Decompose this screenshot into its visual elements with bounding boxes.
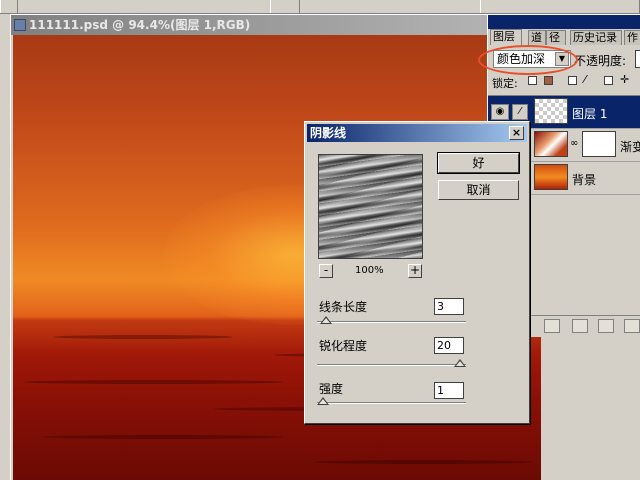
zoom-in-button[interactable]: + — [408, 264, 422, 278]
stroke-length-input[interactable]: 3 — [434, 298, 464, 315]
preview-texture — [319, 155, 422, 258]
dialog-title: 阴影线 — [310, 126, 347, 140]
strength-label: 强度 — [319, 382, 344, 396]
add-mask-icon[interactable] — [544, 319, 560, 333]
chain-link-icon: ∞ — [570, 138, 579, 149]
photoshop-document-icon — [14, 19, 26, 31]
stroke-length-slider[interactable] — [317, 316, 466, 324]
layer-thumbnail — [534, 164, 568, 190]
tab-history[interactable]: 历史记录 — [570, 30, 622, 45]
zoom-level: 100% — [355, 265, 384, 276]
options-bar — [0, 0, 640, 14]
tab-channels[interactable]: 道 — [528, 30, 546, 45]
stroke-length-label: 线条长度 — [319, 300, 368, 314]
zoom-out-button[interactable]: - — [319, 264, 333, 278]
close-icon[interactable]: × — [509, 126, 524, 140]
strength-input[interactable]: 1 — [434, 382, 464, 399]
sharpness-slider[interactable] — [317, 359, 466, 367]
annotation-highlight-ellipse — [478, 45, 578, 75]
slider-thumb[interactable] — [320, 316, 332, 324]
opacity-label: 不透明度: — [574, 54, 627, 68]
layer-thumbnail — [534, 98, 568, 124]
document-title-bar[interactable]: 111111.psd @ 94.4%(图层 1,RGB) — [11, 15, 541, 35]
water-ripple — [313, 460, 533, 464]
ok-button[interactable]: 好 — [437, 152, 520, 174]
filter-preview[interactable] — [318, 154, 423, 259]
layer-thumbnail — [534, 131, 568, 157]
options-bar-segment — [480, 0, 640, 13]
palette-tabs: 图层 道 径 历史记录 作 — [488, 29, 640, 45]
tab-layers[interactable]: 图层 — [490, 29, 522, 45]
eye-icon[interactable]: ◉ — [491, 104, 509, 120]
lock-all-checkbox[interactable] — [604, 76, 613, 85]
cancel-button[interactable]: 取消 — [438, 180, 519, 200]
paintbrush-icon[interactable]: ⁄ — [512, 104, 528, 120]
opacity-input[interactable] — [635, 50, 640, 68]
crosshatch-filter-dialog: 阴影线 × 好 取消 - 100% + 线条长度 3 锐化程度 20 强度 1 — [304, 121, 530, 424]
water-ripple — [43, 435, 283, 439]
move-icon: ✛ — [620, 73, 630, 86]
slider-thumb[interactable] — [317, 397, 329, 405]
water-ripple — [53, 335, 233, 339]
tab-actions[interactable]: 作 — [624, 30, 640, 45]
adjustment-layer-icon[interactable] — [598, 319, 614, 333]
brush-lock-icon: ⁄ — [584, 73, 586, 86]
lock-image-checkbox[interactable] — [544, 76, 553, 85]
new-layer-icon[interactable] — [624, 319, 640, 333]
layer-mask-thumbnail[interactable] — [582, 131, 616, 157]
lock-position-checkbox[interactable] — [568, 76, 577, 85]
options-bar-segment — [0, 0, 18, 13]
slider-thumb[interactable] — [454, 359, 466, 367]
layer-name: 渐变 — [620, 140, 640, 154]
dialog-title-bar[interactable]: 阴影线 × — [307, 124, 527, 142]
water-ripple — [23, 380, 283, 384]
options-bar-segment — [270, 0, 300, 13]
layer-name: 图层 1 — [572, 107, 608, 121]
new-set-icon[interactable] — [572, 319, 588, 333]
palette-title-bar[interactable] — [488, 15, 640, 29]
layer-name: 背景 — [572, 173, 597, 187]
document-title: 111111.psd @ 94.4%(图层 1,RGB) — [29, 18, 251, 32]
sharpness-input[interactable]: 20 — [434, 337, 464, 354]
sharpness-label: 锐化程度 — [319, 339, 368, 353]
lock-label: 锁定: — [492, 77, 518, 90]
tab-paths[interactable]: 径 — [546, 30, 566, 45]
strength-slider[interactable] — [317, 397, 466, 405]
photoshop-workspace: 111111.psd @ 94.4%(图层 1,RGB) 图层 道 径 历史记录… — [0, 0, 640, 480]
lock-transparency-checkbox[interactable] — [528, 76, 537, 85]
